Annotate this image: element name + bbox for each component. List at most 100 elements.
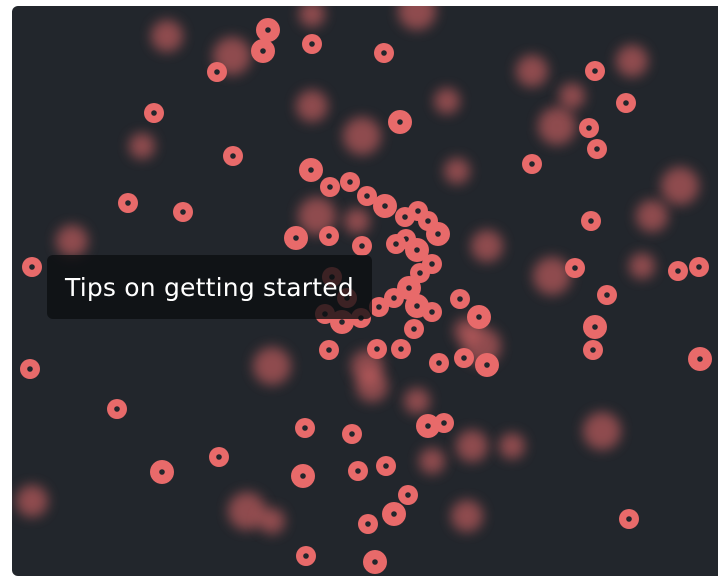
blurred-particle [344, 208, 370, 234]
blurred-particle [398, 6, 436, 30]
particle-center [397, 119, 403, 125]
particle-center [125, 200, 131, 206]
particle-center [441, 420, 447, 426]
particle-center [529, 161, 535, 167]
particle-center [372, 559, 378, 565]
particle-center [429, 261, 435, 267]
particle-center [391, 295, 397, 301]
particle-center [302, 425, 308, 431]
particle-center [374, 346, 380, 352]
blurred-particle [583, 412, 621, 450]
particle-center [406, 285, 412, 291]
particle-center [355, 468, 361, 474]
particle-center [29, 264, 35, 270]
particle-center [383, 463, 389, 469]
particle-center [696, 264, 702, 270]
particle-center [365, 521, 371, 527]
blurred-particle [419, 448, 445, 474]
particle-center [151, 110, 157, 116]
particle-center [592, 68, 598, 74]
particle-center [393, 241, 399, 247]
blurred-particle [16, 485, 48, 517]
blurred-particle [471, 230, 503, 262]
particle-center [484, 362, 490, 368]
particle-center [309, 41, 315, 47]
card-title: Tips on getting started [47, 255, 372, 319]
blurred-particle [434, 88, 460, 114]
blurred-particle [404, 388, 430, 414]
particle-center [114, 406, 120, 412]
particle-center [604, 292, 610, 298]
particle-center [675, 268, 681, 274]
blurred-particle [343, 117, 381, 155]
blurred-particle [538, 107, 576, 145]
particle-center [429, 309, 435, 315]
particle-center [402, 214, 408, 220]
particle-center [359, 243, 365, 249]
particle-center [417, 270, 423, 276]
blurred-particle [151, 20, 183, 52]
blurred-particle [499, 433, 525, 459]
blurred-particle [299, 6, 325, 27]
particle-center [339, 319, 345, 325]
particle-center [425, 423, 431, 429]
particle-center [623, 100, 629, 106]
particle-center [476, 314, 482, 320]
blurred-particle [533, 257, 571, 295]
blurred-particle [444, 158, 470, 184]
particle-center [398, 346, 404, 352]
blurred-particle [616, 45, 648, 77]
blurred-particle [456, 430, 488, 462]
particle-center [626, 516, 632, 522]
particle-center [216, 454, 222, 460]
blurred-particle [629, 253, 655, 279]
particle-center [303, 553, 309, 559]
particle-center [364, 193, 370, 199]
particle-center [425, 218, 431, 224]
blurred-particle [296, 90, 328, 122]
blurred-particle [516, 55, 548, 87]
blurred-particle [661, 167, 699, 205]
particle-center [382, 203, 388, 209]
particle-center [326, 233, 332, 239]
particle-center [457, 296, 463, 302]
particle-center [415, 208, 421, 214]
particle-center [590, 347, 596, 353]
particle-center [414, 247, 420, 253]
particle-center [327, 184, 333, 190]
particle-center [588, 218, 594, 224]
particle-center [391, 511, 397, 517]
particle-center [308, 167, 314, 173]
particle-center [697, 356, 703, 362]
particle-center [414, 303, 420, 309]
particle-center [461, 355, 467, 361]
particle-center [260, 48, 266, 54]
blurred-particle [636, 200, 668, 232]
blurred-particle [129, 133, 155, 159]
tips-card[interactable]: Tips on getting started [12, 6, 718, 576]
particle-center [405, 492, 411, 498]
blurred-particle [559, 83, 585, 109]
blurred-particle [253, 347, 291, 385]
particle-center [347, 179, 353, 185]
particle-center [293, 235, 299, 241]
particle-center [265, 27, 271, 33]
particle-center [27, 366, 33, 372]
particle-center [376, 304, 382, 310]
particle-center [180, 209, 186, 215]
blurred-particle [259, 508, 285, 534]
blurred-particle [56, 225, 88, 257]
particle-center [572, 265, 578, 271]
blurred-particle [356, 370, 388, 402]
particle-center [349, 431, 355, 437]
particle-center [411, 326, 417, 332]
particle-center [159, 469, 165, 475]
particle-center [435, 231, 441, 237]
particle-center [300, 473, 306, 479]
particle-center [436, 360, 442, 366]
particle-center [594, 146, 600, 152]
particle-center [592, 324, 598, 330]
particle-center [214, 69, 220, 75]
particle-center [230, 153, 236, 159]
particle-center [326, 347, 332, 353]
